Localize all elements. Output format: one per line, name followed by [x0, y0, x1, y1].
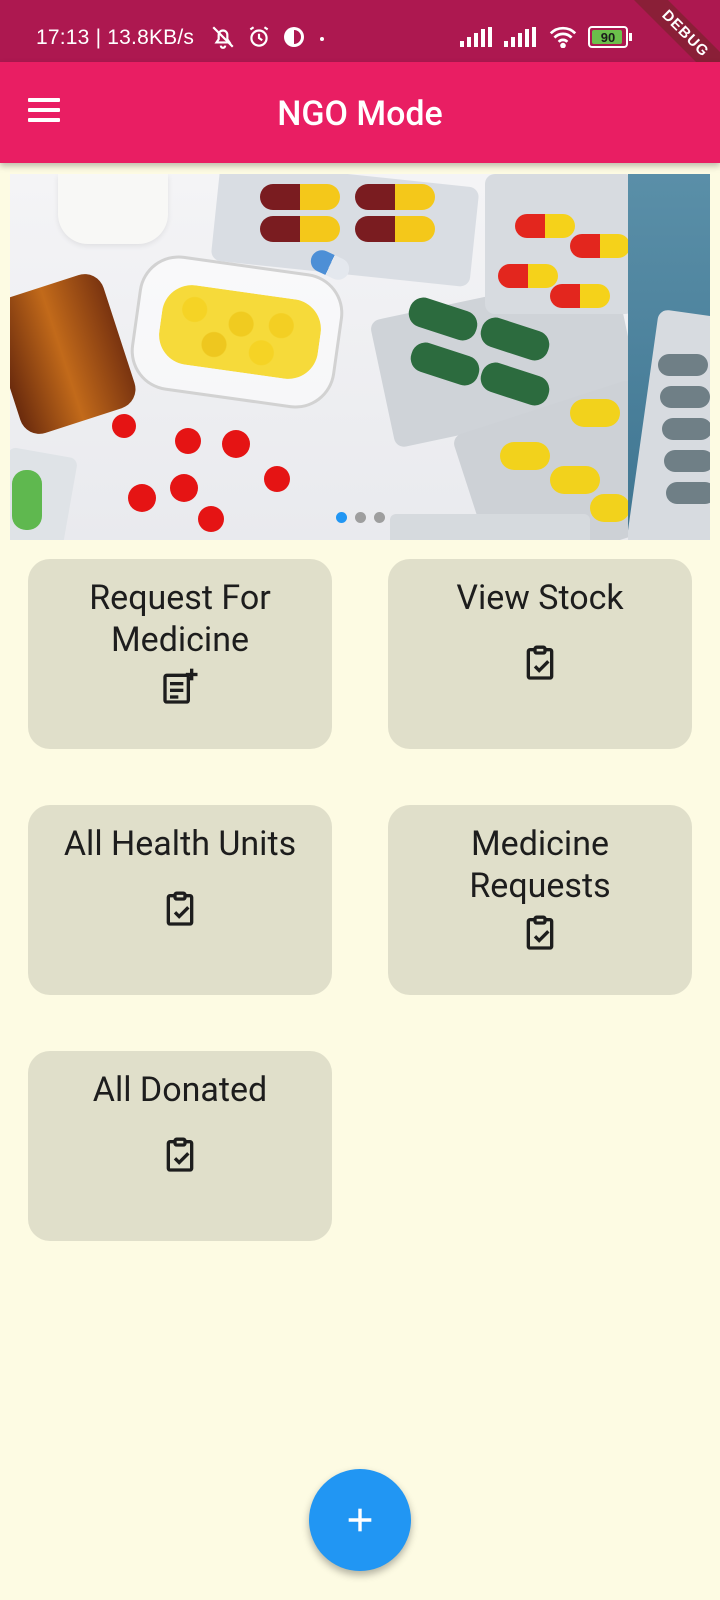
carousel-dot[interactable] [374, 512, 385, 523]
clipboard-check-icon [166, 1137, 194, 1172]
carousel-dot-active[interactable] [336, 512, 347, 523]
clipboard-check-icon [526, 645, 554, 680]
app-notification-icon [284, 27, 304, 47]
status-notification-icons [210, 24, 328, 50]
post-add-icon [163, 668, 198, 704]
battery-icon: 90 [588, 26, 632, 48]
card-label: All Health Units [63, 824, 297, 864]
status-system-icons: 90 [460, 26, 632, 48]
all-health-units-card[interactable]: All Health Units [28, 805, 332, 995]
add-button[interactable] [309, 1469, 411, 1571]
alarm-icon [249, 26, 269, 47]
clipboard-check-icon [526, 915, 554, 950]
wifi-icon [549, 26, 577, 48]
battery-level: 90 [600, 29, 616, 45]
add-icon [348, 1508, 372, 1532]
carousel-indicator [336, 512, 385, 523]
view-stock-card[interactable]: View Stock [388, 559, 692, 749]
card-label: View Stock [456, 578, 624, 618]
card-label: Medicine Requests [469, 824, 611, 906]
request-for-medicine-card[interactable]: Request For Medicine [28, 559, 332, 749]
all-donated-card[interactable]: All Donated [28, 1051, 332, 1241]
medicine-requests-card[interactable]: Medicine Requests [388, 805, 692, 995]
status-bar: 17:13 | 13.8KB/s 90 DEBUG [0, 0, 720, 96]
card-label: Request For Medicine [89, 578, 271, 660]
carousel-dot[interactable] [355, 512, 366, 523]
clipboard-check-icon [166, 891, 194, 926]
medicine-carousel[interactable] [10, 174, 710, 540]
bell-off-icon [212, 26, 234, 49]
page-title: NGO Mode [277, 94, 443, 134]
app-bar: NGO Mode [0, 62, 720, 163]
status-time: 17:13 | 13.8KB/s [36, 26, 195, 49]
card-label: All Donated [92, 1070, 268, 1110]
dot-icon [320, 37, 324, 41]
carousel-slide-image [10, 174, 628, 540]
signal-icon-2 [504, 27, 536, 47]
signal-icon [460, 27, 492, 47]
carousel-next-slide [628, 174, 710, 540]
